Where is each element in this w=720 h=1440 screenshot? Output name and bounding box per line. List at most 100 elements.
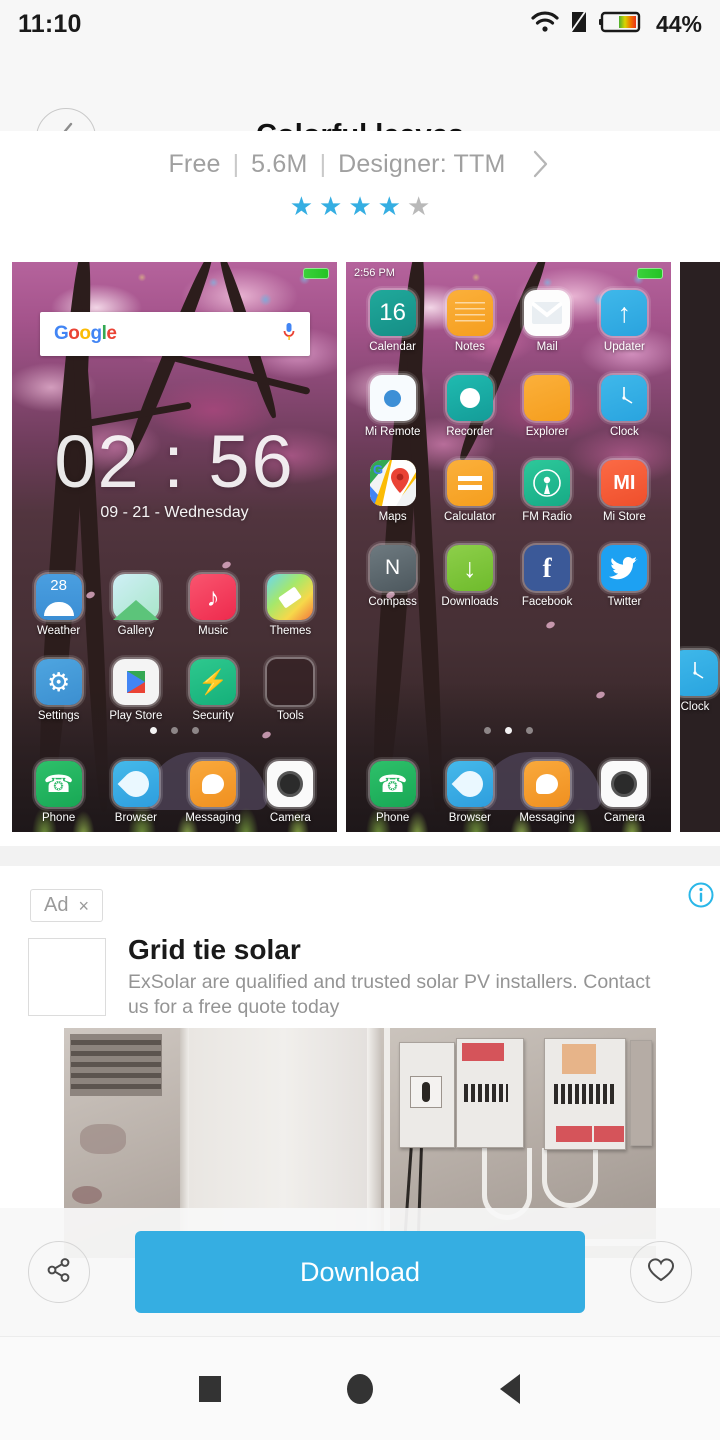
ad-title[interactable]: Grid tie solar bbox=[128, 934, 301, 966]
ad-badge[interactable]: Ad × bbox=[30, 889, 103, 922]
app-label: Tools bbox=[276, 710, 304, 722]
app-settings[interactable]: ⚙ Settings bbox=[20, 659, 97, 722]
app-notes[interactable]: Notes bbox=[431, 290, 508, 353]
app-themes[interactable]: Themes bbox=[252, 574, 329, 637]
app-music[interactable]: ♪ Music bbox=[175, 574, 252, 637]
app-label: Music bbox=[198, 625, 229, 637]
download-button[interactable]: Download bbox=[135, 1231, 585, 1313]
status-bar-indicators: 44% bbox=[531, 9, 702, 39]
circle-home-icon bbox=[347, 1373, 373, 1404]
app-label: Gallery bbox=[117, 625, 155, 637]
preview-homescreen[interactable]: 2:56 PM 16 Calendar Notes Mail ↑ Updater… bbox=[346, 262, 671, 832]
app-mi-remote[interactable]: Mi Remote bbox=[354, 375, 431, 438]
theme-price: Free bbox=[168, 149, 221, 178]
messaging-icon bbox=[190, 761, 237, 807]
preview-dark-partial[interactable]: Clock bbox=[680, 262, 720, 832]
svg-text:G: G bbox=[373, 462, 383, 477]
share-icon bbox=[45, 1256, 73, 1289]
photo-stain bbox=[80, 1124, 126, 1154]
preview-carousel[interactable]: Google 02 : 56 09 - 21 - Wednesday 28 We… bbox=[0, 262, 720, 832]
dock-camera[interactable]: Camera bbox=[252, 761, 329, 824]
equals-shape bbox=[457, 476, 482, 490]
dock-phone[interactable]: ☎ Phone bbox=[20, 761, 97, 824]
theme-meta-row[interactable]: Free | 5.6M | Designer: TTM bbox=[0, 131, 720, 197]
google-search-widget[interactable]: Google bbox=[40, 312, 310, 356]
lockscreen-clock-widget: 02 : 56 09 - 21 - Wednesday bbox=[12, 422, 337, 522]
calculator-icon bbox=[446, 460, 493, 506]
lines-shape bbox=[454, 302, 485, 324]
dock-camera[interactable]: Camera bbox=[586, 761, 663, 824]
favorite-button[interactable] bbox=[630, 1241, 692, 1303]
cloud-shape bbox=[43, 602, 74, 616]
microphone-icon[interactable] bbox=[282, 322, 296, 347]
close-icon[interactable]: × bbox=[78, 897, 89, 915]
app-maps[interactable]: G Maps bbox=[354, 460, 431, 523]
app-calculator[interactable]: Calculator bbox=[431, 460, 508, 523]
app-facebook[interactable]: f Facebook bbox=[509, 545, 586, 608]
info-circle-icon[interactable] bbox=[686, 880, 716, 915]
app-label: Settings bbox=[37, 710, 80, 722]
app-header: Colorful leaves bbox=[0, 48, 720, 168]
app-calendar[interactable]: 16 Calendar bbox=[354, 290, 431, 353]
page-dot bbox=[526, 727, 533, 734]
heart-icon bbox=[646, 1256, 676, 1289]
page-dot bbox=[505, 727, 512, 734]
app-label: Camera bbox=[269, 812, 311, 824]
app-explorer[interactable]: Explorer bbox=[509, 375, 586, 438]
app-downloads[interactable]: ↓ Downloads bbox=[431, 545, 508, 608]
back-nav-button[interactable] bbox=[435, 1373, 585, 1404]
share-button[interactable] bbox=[28, 1241, 90, 1303]
speech-bubble-shape bbox=[202, 774, 225, 794]
app-compass[interactable]: N Compass bbox=[354, 545, 431, 608]
app-fm-radio[interactable]: FM Radio bbox=[509, 460, 586, 523]
settings-gear-icon: ⚙ bbox=[35, 659, 82, 705]
page-dot bbox=[150, 727, 157, 734]
paint-roller-shape bbox=[278, 585, 303, 609]
star-2: ★ bbox=[319, 191, 343, 221]
app-label: Mi Store bbox=[602, 511, 646, 523]
dock-browser[interactable]: Browser bbox=[431, 761, 508, 824]
chevron-right-icon[interactable] bbox=[528, 147, 552, 181]
photo-rotary-switch bbox=[410, 1076, 442, 1108]
app-recorder[interactable]: Recorder bbox=[431, 375, 508, 438]
photo-stain bbox=[72, 1186, 102, 1204]
folder-tools[interactable]: Tools bbox=[252, 659, 329, 722]
dock-phone[interactable]: ☎ Phone bbox=[354, 761, 431, 824]
app-label: Security bbox=[192, 710, 234, 722]
dock-messaging[interactable]: Messaging bbox=[175, 761, 252, 824]
app-mail[interactable]: Mail bbox=[509, 290, 586, 353]
recents-button[interactable] bbox=[135, 1375, 285, 1402]
photo-meter-box bbox=[630, 1040, 652, 1146]
compass-icon: N bbox=[369, 545, 416, 591]
bottom-action-bar: Download bbox=[0, 1208, 720, 1336]
app-play-store[interactable]: Play Store bbox=[97, 659, 174, 722]
app-twitter[interactable]: Twitter bbox=[586, 545, 663, 608]
app-security[interactable]: ⚡ Security bbox=[175, 659, 252, 722]
app-mi-store[interactable]: MI Mi Store bbox=[586, 460, 663, 523]
app-label: Twitter bbox=[607, 596, 642, 608]
app-weather[interactable]: 28 Weather bbox=[20, 574, 97, 637]
facebook-icon: f bbox=[524, 545, 571, 591]
app-label: Camera bbox=[603, 812, 645, 824]
triangle-back-icon bbox=[500, 1373, 520, 1404]
folder-tools-icon bbox=[267, 659, 314, 705]
camera-icon bbox=[601, 761, 648, 807]
app-gallery[interactable]: Gallery bbox=[97, 574, 174, 637]
rating-stars[interactable]: ★ ★ ★ ★ ★ bbox=[0, 193, 720, 219]
dock-messaging[interactable]: Messaging bbox=[509, 761, 586, 824]
weather-icon: 28 bbox=[35, 574, 82, 620]
app-updater[interactable]: ↑ Updater bbox=[586, 290, 663, 353]
preview-lockscreen[interactable]: Google 02 : 56 09 - 21 - Wednesday 28 We… bbox=[12, 262, 337, 832]
wifi-icon bbox=[531, 10, 559, 38]
browser-icon bbox=[112, 761, 159, 807]
app-clock[interactable]: Clock bbox=[586, 375, 663, 438]
app-label: Clock bbox=[609, 426, 639, 438]
home-button[interactable] bbox=[285, 1373, 435, 1404]
lockscreen-time: 02 : 56 bbox=[54, 420, 295, 503]
app-label: Play Store bbox=[109, 710, 163, 722]
app-label: Themes bbox=[269, 625, 312, 637]
app-label: Weather bbox=[36, 625, 81, 637]
app-clock-partial[interactable]: Clock bbox=[680, 650, 718, 713]
dock-browser[interactable]: Browser bbox=[97, 761, 174, 824]
page-indicator bbox=[346, 727, 671, 734]
